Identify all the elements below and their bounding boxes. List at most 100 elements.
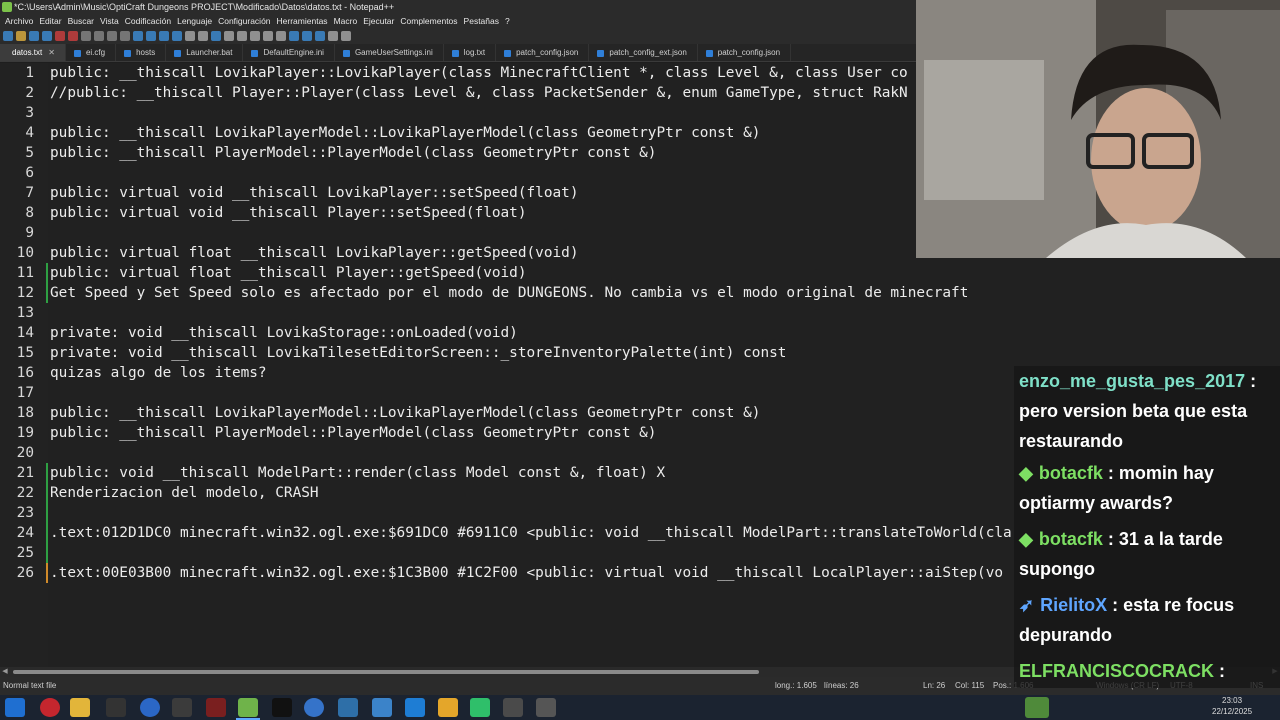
sync-scroll-icon[interactable] — [211, 31, 221, 41]
menu-item[interactable]: Pestañas — [461, 14, 502, 28]
open-file-icon[interactable] — [16, 31, 26, 41]
windows-start-icon[interactable] — [5, 698, 25, 717]
tab-launcher-bat[interactable]: Launcher.bat — [166, 44, 244, 61]
tab-defaultengine-ini[interactable]: DefaultEngine.ini — [243, 44, 335, 61]
spider-app-icon[interactable] — [172, 698, 192, 717]
scroll-left-icon[interactable]: ◀ — [0, 667, 10, 677]
line-number: 24 — [16, 525, 34, 541]
editor-line[interactable]: 13 — [0, 303, 1280, 323]
file-explorer-icon[interactable] — [70, 698, 90, 717]
tab-patch-config-json[interactable]: patch_config.json — [496, 44, 590, 61]
vscode-icon[interactable] — [405, 698, 425, 717]
r-app-icon[interactable] — [470, 698, 490, 717]
tab-close-icon[interactable]: ✕ — [48, 48, 55, 57]
zoom-out-icon[interactable] — [198, 31, 208, 41]
editor-line[interactable]: 12 Get Speed y Set Speed solo es afectado… — [0, 283, 1280, 303]
folder-workspace-icon[interactable] — [289, 31, 299, 41]
app-icon[interactable] — [206, 698, 226, 717]
scrollbar-thumb[interactable] — [13, 670, 759, 674]
editor-line[interactable]: 14 private: void __thiscall LovikaStorage… — [0, 323, 1280, 343]
menu-item[interactable]: Lenguaje — [174, 14, 215, 28]
image-app-icon[interactable] — [338, 698, 358, 717]
settings-app-icon[interactable] — [372, 698, 392, 717]
undo-icon[interactable] — [133, 31, 143, 41]
menu-item[interactable]: Complementos — [397, 14, 460, 28]
new-file-icon[interactable] — [3, 31, 13, 41]
obs-icon[interactable] — [304, 698, 324, 717]
editor-line[interactable]: 15 private: void __thiscall LovikaTileset… — [0, 343, 1280, 363]
terminal-icon[interactable] — [272, 698, 292, 717]
line-number: 11 — [16, 265, 34, 281]
opera-icon[interactable] — [40, 698, 60, 717]
menu-item[interactable]: Editar — [36, 14, 64, 28]
tab-patch-config-ext-json[interactable]: patch_config_ext.json — [589, 44, 698, 61]
replace-icon[interactable] — [172, 31, 182, 41]
game-app-icon[interactable] — [503, 698, 523, 717]
line-number: 9 — [25, 225, 34, 241]
paste-icon[interactable] — [120, 31, 130, 41]
line-number: 22 — [16, 485, 34, 501]
line-text: public: __thiscall LovikaPlayer::LovikaP… — [50, 65, 908, 81]
find-icon[interactable] — [159, 31, 169, 41]
chat-username: RielitoX — [1040, 595, 1108, 615]
menu-item[interactable]: Ejecutar — [360, 14, 397, 28]
line-text: public: __thiscall LovikaPlayerModel::Lo… — [50, 405, 761, 421]
line-number: 25 — [16, 545, 34, 561]
close-icon[interactable] — [55, 31, 65, 41]
window-app-icon[interactable] — [536, 698, 556, 717]
browser-icon[interactable] — [140, 698, 160, 717]
menu-item[interactable]: ? — [502, 14, 513, 28]
tab-ei-cfg[interactable]: ei.cfg — [66, 44, 117, 61]
line-number: 19 — [16, 425, 34, 441]
line-text: private: void __thiscall LovikaStorage::… — [50, 325, 518, 341]
file-icon — [124, 50, 132, 57]
line-text: .text:00E03B00 minecraft.win32.ogl.exe:$… — [50, 565, 1004, 581]
minecraft-icon[interactable] — [1025, 697, 1049, 718]
menu-item[interactable]: Macro — [331, 14, 361, 28]
tab-gameusersettings-ini[interactable]: GameUserSettings.ini — [335, 44, 444, 61]
line-number: 23 — [16, 505, 34, 521]
fz-app-icon[interactable] — [106, 698, 126, 717]
stop-macro-icon[interactable] — [315, 31, 325, 41]
line-text: public: __thiscall PlayerModel::PlayerMo… — [50, 145, 657, 161]
tab-label: DefaultEngine.ini — [263, 48, 324, 57]
line-text: .text:012D1DC0 minecraft.win32.ogl.exe:$… — [50, 525, 1012, 541]
tab-datos-txt[interactable]: datos.txt ✕ — [0, 44, 66, 61]
save-all-icon[interactable] — [42, 31, 52, 41]
status-length: long.: 1.605 — [775, 681, 817, 690]
menu-item[interactable]: Herramientas — [274, 14, 331, 28]
play-macro-icon[interactable] — [328, 31, 338, 41]
cut-icon[interactable] — [94, 31, 104, 41]
line-number: 7 — [25, 185, 34, 201]
print-icon[interactable] — [81, 31, 91, 41]
menu-item[interactable]: Configuración — [215, 14, 273, 28]
function-list-icon[interactable] — [276, 31, 286, 41]
line-number: 2 — [25, 85, 34, 101]
record-macro-icon[interactable] — [302, 31, 312, 41]
change-history-marker — [46, 263, 48, 283]
redo-icon[interactable] — [146, 31, 156, 41]
notepadpp-task-icon[interactable] — [238, 698, 258, 717]
line-number: 1 — [25, 65, 34, 81]
copy-icon[interactable] — [107, 31, 117, 41]
line-number: 5 — [25, 145, 34, 161]
menu-item[interactable]: Buscar — [65, 14, 97, 28]
close-all-icon[interactable] — [68, 31, 78, 41]
wrap-icon[interactable] — [224, 31, 234, 41]
doc-map-icon[interactable] — [263, 31, 273, 41]
whitespace-icon[interactable] — [250, 31, 260, 41]
save-icon[interactable] — [29, 31, 39, 41]
file-icon — [504, 50, 512, 57]
tab-patch-config-json[interactable]: patch_config.json — [698, 44, 792, 61]
menu-item[interactable]: Vista — [97, 14, 122, 28]
tab-log-txt[interactable]: log.txt — [444, 44, 497, 61]
zoom-in-icon[interactable] — [185, 31, 195, 41]
tab-hosts[interactable]: hosts — [116, 44, 167, 61]
indent-icon[interactable] — [237, 31, 247, 41]
save-macro-icon[interactable] — [341, 31, 351, 41]
menu-item[interactable]: Archivo — [2, 14, 36, 28]
menu-item[interactable]: Codificación — [122, 14, 174, 28]
change-history-marker — [46, 283, 48, 303]
folder-app-icon[interactable] — [438, 698, 458, 717]
editor-line[interactable]: 11 public: virtual float __thiscall Playe… — [0, 263, 1280, 283]
